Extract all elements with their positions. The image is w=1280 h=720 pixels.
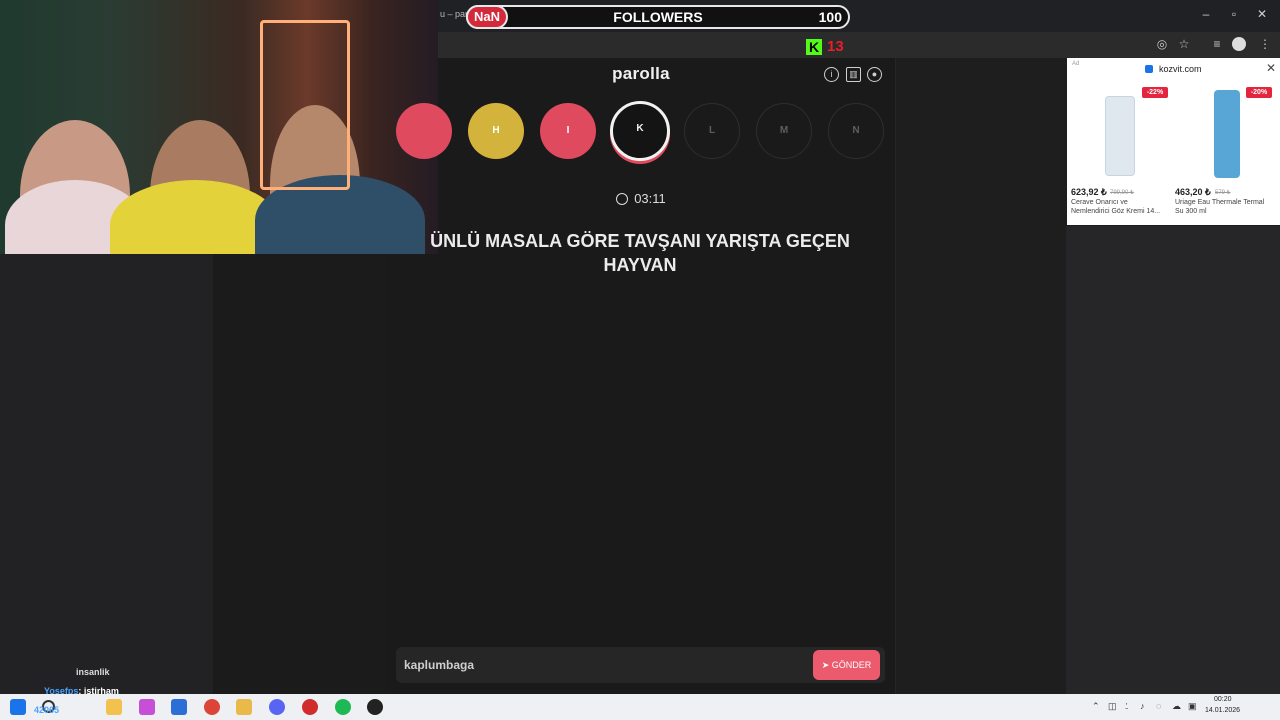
ad-product-image-2[interactable] xyxy=(1214,90,1240,178)
left-dark-panel xyxy=(0,254,213,694)
chat-text: insanlik xyxy=(76,667,110,677)
answer-input[interactable] xyxy=(404,653,804,677)
timer-value: 03:11 xyxy=(634,191,666,206)
tray-display-icon[interactable]: ▣ xyxy=(1188,701,1197,712)
answer-bar: ➤ GÖNDER xyxy=(396,647,885,683)
webcam-overlay xyxy=(0,0,438,254)
tray-network-icon[interactable]: ◫ xyxy=(1108,701,1117,712)
right-dark-panel xyxy=(1066,226,1280,694)
profile-avatar[interactable] xyxy=(1232,37,1246,51)
ad-domain[interactable]: kozvit.com xyxy=(1159,64,1202,74)
taskbar xyxy=(0,694,1280,720)
ad-product-price: 463,20 ₺ xyxy=(1175,187,1211,197)
profile-icon[interactable]: ● xyxy=(867,67,882,82)
windows-start-icon[interactable] xyxy=(10,699,26,715)
stats-icon[interactable]: ▥ xyxy=(846,67,861,82)
tray-cloud-icon[interactable]: ☁ xyxy=(1172,701,1181,712)
letter-circle xyxy=(396,103,452,159)
ad-mark: Ad xyxy=(1072,61,1080,67)
ad-close-button[interactable]: ✕ xyxy=(1266,61,1276,75)
ad-discount-badge: -22% xyxy=(1142,87,1168,98)
discord-icon[interactable] xyxy=(269,699,285,715)
star-icon[interactable]: ☆ xyxy=(1175,35,1193,53)
more-menu-icon[interactable]: ⋮ xyxy=(1256,35,1274,53)
letter-circle-n: N xyxy=(828,103,884,159)
maximize-button[interactable]: ▫ xyxy=(1224,6,1244,22)
ad-discount-badge: -20% xyxy=(1246,87,1272,98)
letter-circle-k-active: K xyxy=(610,101,670,161)
info-icon[interactable]: i xyxy=(824,67,839,82)
chat-username: 42065 xyxy=(34,705,60,715)
ad-product-name[interactable]: Cerave Onarıcı ve Nemlendirici Göz Kremi… xyxy=(1071,198,1166,216)
clock-time[interactable]: 00:20 xyxy=(1214,696,1232,703)
question-text: ÜNLÜ MASALA GÖRE TAVŞANI YARIŞTA GEÇEN H… xyxy=(430,231,850,275)
ad-product-image-1[interactable] xyxy=(1105,96,1135,176)
clock-icon xyxy=(616,193,629,205)
copilot-icon[interactable] xyxy=(139,699,155,715)
ad-product-old-price: 579 ₺ xyxy=(1215,190,1231,196)
store-icon[interactable] xyxy=(171,699,187,715)
eye-off-icon[interactable]: ◎ xyxy=(1153,35,1171,53)
send-icon: ➤ xyxy=(821,660,832,670)
media-control-icon[interactable]: ≡ xyxy=(1208,35,1226,53)
send-button-label: GÖNDER xyxy=(831,660,872,670)
letter-circle-l: L xyxy=(684,103,740,159)
right-side-panel xyxy=(896,58,1066,694)
tray-chevron-icon[interactable]: ⌃ xyxy=(1092,701,1100,712)
chrome-icon[interactable] xyxy=(204,699,220,715)
chat-message: insanlik xyxy=(76,667,110,677)
letter-circle-i: I xyxy=(540,103,596,159)
clock-date[interactable]: 14.01.2026 xyxy=(1205,707,1240,714)
kick-logo-icon: K xyxy=(806,39,822,55)
spotify-icon[interactable] xyxy=(335,699,351,715)
timer: 03:11 xyxy=(386,191,896,206)
neon-frame xyxy=(260,20,350,190)
send-button[interactable]: ➤ GÖNDER xyxy=(813,650,880,680)
kick-viewer-count: 13 xyxy=(827,38,844,55)
followers-label: FOLLOWERS xyxy=(613,9,703,25)
folder-icon[interactable] xyxy=(236,699,252,715)
file-explorer-icon[interactable] xyxy=(106,699,122,715)
followers-overlay: FOLLOWERS NaN 100 xyxy=(466,5,850,29)
chat-message: 42065 xyxy=(34,705,59,715)
ad-product-old-price: 799,90 ₺ xyxy=(1110,190,1134,196)
minimize-button[interactable]: – xyxy=(1196,6,1216,22)
tray-volume-icon[interactable]: ♪ xyxy=(1140,701,1145,711)
close-window-button[interactable]: ✕ xyxy=(1252,6,1272,22)
followers-count: 100 xyxy=(818,9,842,25)
tray-mic-icon[interactable]: ⍘ xyxy=(1124,701,1129,712)
app-dark-icon[interactable] xyxy=(367,699,383,715)
tray-wifi-icon[interactable]: ◌ xyxy=(1156,701,1161,711)
page-title: parolla xyxy=(612,64,670,83)
ad-product-name[interactable]: Uriage Eau Thermale Termal Su 300 ml xyxy=(1175,198,1270,216)
app-red-icon[interactable] xyxy=(302,699,318,715)
followers-badge: NaN xyxy=(466,5,508,29)
letter-circle-m: M xyxy=(756,103,812,159)
ad-domain-icon xyxy=(1145,65,1153,73)
ad-product-price: 623,92 ₺ xyxy=(1071,187,1107,197)
letter-circle-h: H xyxy=(468,103,524,159)
